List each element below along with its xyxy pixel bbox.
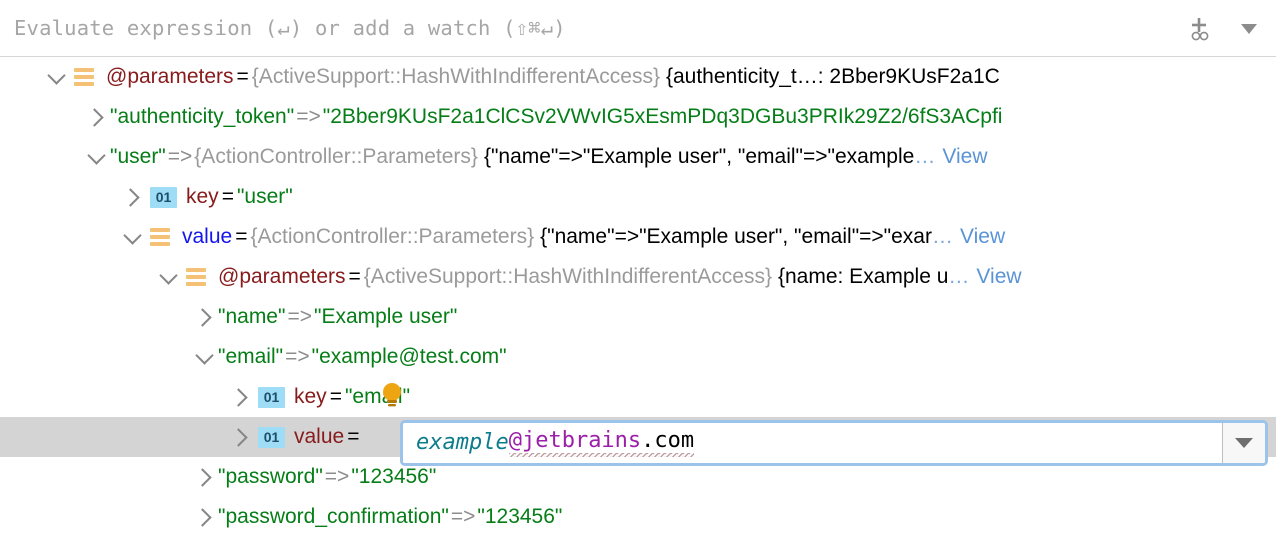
equals-sign: = xyxy=(344,425,362,449)
expand-collapse-chevron-icon[interactable] xyxy=(120,177,146,217)
email-tld-part: .com xyxy=(641,430,694,457)
expand-collapse-chevron-icon[interactable] xyxy=(120,217,146,257)
value-editor-input[interactable]: example@jetbrains.com xyxy=(403,423,1222,463)
table-row[interactable]: "authenticity_token" => "2Bber9KUsF2a1Cl… xyxy=(0,97,1276,137)
hash-rocket: => xyxy=(294,105,323,129)
hash-rocket: => xyxy=(285,305,314,329)
equals-sign: = xyxy=(327,385,345,409)
email-domain-part: @jetbrains xyxy=(509,430,641,457)
equals-sign: = xyxy=(346,265,364,289)
add-watch-button[interactable] xyxy=(1182,11,1216,45)
table-row[interactable]: @parameters = {ActiveSupport::HashWithIn… xyxy=(0,257,1276,297)
hash-key: "authenticity_token" xyxy=(110,105,294,129)
hash-value: "2Bber9KUsF2a1ClCSv2VWvIG5xEsmPDq3DGBu3P… xyxy=(323,105,1003,129)
chevron-down-icon xyxy=(1235,438,1253,448)
email-local-part: example xyxy=(416,432,509,454)
variable-name: @parameters xyxy=(218,265,346,289)
hash-key: "email" xyxy=(218,345,283,369)
hash-rocket: => xyxy=(166,145,195,169)
hash-value: "example@test.com" xyxy=(312,345,507,369)
variable-preview: {"name"=>"Example user", "email"=>"exar xyxy=(540,225,932,249)
preview-ellipsis: … xyxy=(914,145,935,169)
preview-ellipsis: … xyxy=(948,265,969,289)
hash-value: "Example user" xyxy=(314,305,457,329)
equals-sign: = xyxy=(234,65,252,89)
variable-name: value xyxy=(294,425,344,449)
table-row[interactable]: value = {ActionController::Parameters} {… xyxy=(0,217,1276,257)
expand-collapse-chevron-icon[interactable] xyxy=(44,57,70,97)
table-row[interactable]: "email" => "example@test.com" xyxy=(0,337,1276,377)
primitive-01-icon: 01 xyxy=(150,187,177,208)
watch-toolbar xyxy=(1182,0,1266,56)
hash-icon xyxy=(74,66,98,88)
hash-value: "123456" xyxy=(477,505,562,529)
value-editor[interactable]: example@jetbrains.com xyxy=(400,420,1268,466)
hash-rocket: => xyxy=(283,345,312,369)
value-editor-dropdown-button[interactable] xyxy=(1222,423,1265,463)
expand-collapse-chevron-icon[interactable] xyxy=(228,417,254,457)
expand-collapse-chevron-icon[interactable] xyxy=(192,297,218,337)
plus-with-glasses-icon xyxy=(1184,13,1214,43)
equals-sign: = xyxy=(219,185,237,209)
primitive-01-icon: 01 xyxy=(258,427,285,448)
variable-preview: {name: Example u xyxy=(778,265,948,289)
variable-type: {ActionController::Parameters} xyxy=(250,225,534,249)
variable-type: {ActiveSupport::HashWithIndifferentAcces… xyxy=(252,65,660,89)
table-row[interactable]: @parameters = {ActiveSupport::HashWithIn… xyxy=(0,57,1276,97)
hash-rocket: => xyxy=(449,505,478,529)
hash-key: "password_confirmation" xyxy=(218,505,449,529)
primitive-01-icon: 01 xyxy=(258,387,285,408)
evaluate-expression-bar[interactable]: Evaluate expression (↵) or add a watch (… xyxy=(0,0,1276,57)
variable-type: {ActionController::Parameters} xyxy=(194,145,478,169)
hash-icon xyxy=(186,266,210,288)
equals-sign: = xyxy=(232,225,250,249)
expand-collapse-chevron-icon[interactable] xyxy=(192,457,218,497)
table-row[interactable]: "password_confirmation" => "123456" xyxy=(0,497,1276,537)
table-row[interactable]: 01 key = "user" xyxy=(0,177,1276,217)
table-row[interactable]: 01 key = "email" xyxy=(0,377,1276,417)
preview-ellipsis: … xyxy=(932,225,953,249)
hash-key: "password" xyxy=(218,465,323,489)
evaluate-expression-placeholder[interactable]: Evaluate expression (↵) or add a watch (… xyxy=(0,16,566,40)
variable-preview: {authenticity_t…: 2Bber9KUsF2a1C xyxy=(666,65,1000,89)
hash-key: "name" xyxy=(218,305,285,329)
expand-collapse-chevron-icon[interactable] xyxy=(84,97,110,137)
variable-name: key xyxy=(294,385,327,409)
variable-name: key xyxy=(186,185,219,209)
variable-name: value xyxy=(182,225,232,249)
variable-name: @parameters xyxy=(106,65,234,89)
table-row[interactable]: "user" => {ActionController::Parameters}… xyxy=(0,137,1276,177)
table-row[interactable]: "name" => "Example user" xyxy=(0,297,1276,337)
expand-collapse-chevron-icon[interactable] xyxy=(84,137,110,177)
chevron-down-icon xyxy=(1236,15,1262,41)
watch-options-dropdown-button[interactable] xyxy=(1232,11,1266,45)
hash-value: "123456" xyxy=(351,465,436,489)
hash-key: "user" xyxy=(110,145,166,169)
variable-preview: {"name"=>"Example user", "email"=>"examp… xyxy=(484,145,914,169)
expand-collapse-chevron-icon[interactable] xyxy=(228,377,254,417)
variable-type: {ActiveSupport::HashWithIndifferentAcces… xyxy=(364,265,772,289)
expand-collapse-chevron-icon[interactable] xyxy=(192,337,218,377)
variable-value: "user" xyxy=(237,185,293,209)
hash-icon xyxy=(150,226,174,248)
variable-value: "email" xyxy=(345,385,410,409)
expand-collapse-chevron-icon[interactable] xyxy=(156,257,182,297)
view-link[interactable]: View xyxy=(976,265,1021,289)
hash-rocket: => xyxy=(323,465,352,489)
expand-collapse-chevron-icon[interactable] xyxy=(192,497,218,537)
view-link[interactable]: View xyxy=(942,145,987,169)
view-link[interactable]: View xyxy=(960,225,1005,249)
